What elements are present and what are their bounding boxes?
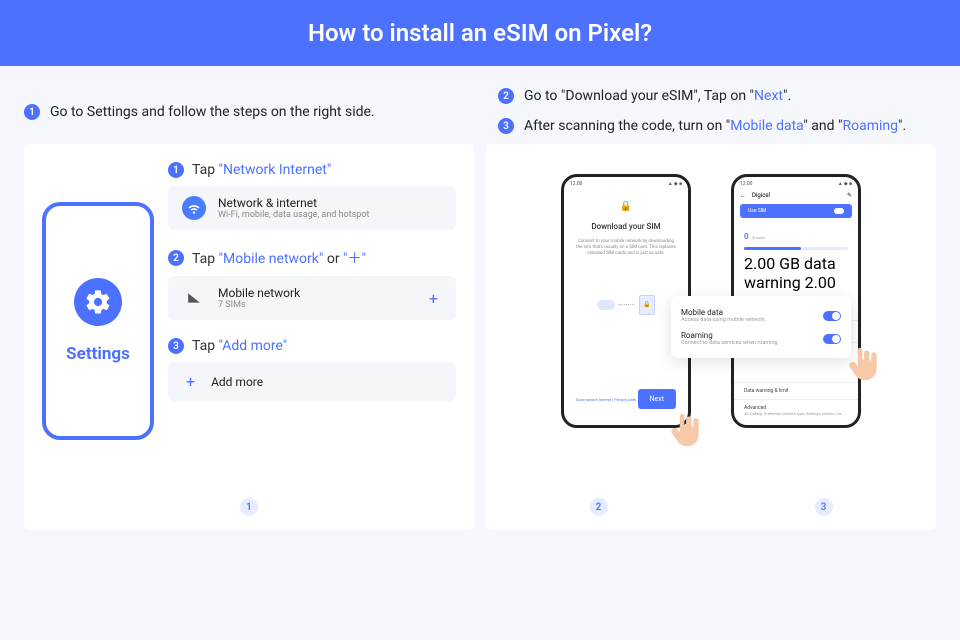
left-step-num-3: 3 [168, 338, 184, 354]
toggle-callout: Mobile data Access data using mobile net… [671, 296, 851, 358]
back-icon[interactable]: ← [740, 192, 746, 199]
intro-steps: 1 Go to Settings and follow the steps on… [0, 66, 960, 144]
card-mobile-title: Mobile network [218, 286, 413, 300]
download-illustration: 🔒 [597, 295, 655, 315]
intro-row-3: 3 After scanning the code, turn on "Mobi… [498, 118, 936, 134]
intro-right: 2 Go to "Download your eSIM", Tap on "Ne… [498, 88, 936, 134]
panel-phone-screens: 12:00▲ ◆ ■ 🔒 Download your SIM Connect t… [486, 144, 936, 530]
panel-settings-steps: Settings 1 Tap "Network Internet" Networ… [24, 144, 474, 530]
step-number-1: 1 [24, 104, 40, 120]
sim-icon: 🔒 [639, 295, 655, 315]
carrier-header: ← Digicel ✎ [734, 189, 858, 202]
plus-icon: + [182, 372, 199, 391]
card-network-sub: Wi-Fi, mobile, data usage, and hotspot [218, 210, 442, 220]
left-step-num-1: 1 [168, 162, 184, 178]
lock-icon: 🔒 [620, 201, 632, 212]
intro-row-2: 2 Go to "Download your eSIM", Tap on "Ne… [498, 88, 936, 104]
card-add-more[interactable]: + Add more [168, 362, 456, 401]
download-desc: Connect to your mobile network by downlo… [572, 239, 680, 257]
intro-right-text-3: After scanning the code, turn on "Mobile… [524, 118, 906, 134]
card-mobile-network[interactable]: Mobile network 7 SIMs + [168, 276, 456, 320]
toggle-on-icon [834, 208, 844, 214]
gear-icon [74, 278, 122, 326]
step-number-3: 3 [498, 118, 514, 134]
page-title: How to install an eSIM on Pixel? [308, 19, 652, 47]
phone-data-wrap: 12:00▲ ◆ ■ ← Digicel ✎ Use SIM 0 [731, 174, 861, 428]
cloud-icon [597, 300, 615, 310]
use-sim-toggle[interactable]: Use SIM [740, 204, 852, 218]
card-network-title: Network & internet [218, 196, 442, 210]
wifi-icon [182, 196, 206, 220]
panel1-footer: 1 [24, 498, 474, 516]
step-number-2: 2 [498, 88, 514, 104]
left-step-text-3: Tap "Add more" [192, 338, 287, 354]
roaming-toggle[interactable]: Roaming Connect to data services when ro… [681, 327, 841, 350]
intro-left: 1 Go to Settings and follow the steps on… [24, 88, 462, 134]
download-title: Download your SIM [591, 222, 660, 231]
left-step-1: 1 Tap "Network Internet" Network & inter… [168, 162, 456, 230]
settings-label: Settings [66, 344, 130, 364]
mobile-data-toggle[interactable]: Mobile data Access data using mobile net… [681, 304, 841, 327]
left-step-num-2: 2 [168, 250, 184, 266]
advanced-row[interactable]: Advanced 4G Calling, Preferred network t… [734, 399, 858, 421]
status-bar: 12:00▲ ◆ ■ [734, 177, 858, 187]
footer-badge-2: 2 [590, 498, 608, 516]
switch-on-icon[interactable] [823, 311, 841, 321]
settings-phone: Settings [42, 202, 154, 440]
page-header: How to install an eSIM on Pixel? [0, 0, 960, 66]
download-links[interactable]: Scan secure license | Privacy path [576, 397, 636, 402]
left-step-text-2: Tap "Mobile network" or "＋" [192, 248, 366, 268]
data-warning-row[interactable]: Data warning & limit [734, 382, 858, 399]
next-button[interactable]: Next [638, 389, 676, 409]
status-bar: 12:00▲ ◆ ■ [564, 177, 688, 187]
signal-icon [182, 286, 206, 310]
intro-right-text-2: Go to "Download your eSIM", Tap on "Next… [524, 88, 791, 104]
carrier-name: Digicel [752, 192, 770, 199]
intro-left-text: Go to Settings and follow the steps on t… [50, 104, 375, 120]
footer-badge-1: 1 [240, 498, 258, 516]
edit-icon[interactable]: ✎ [847, 192, 852, 199]
panels: Settings 1 Tap "Network Internet" Networ… [0, 144, 960, 530]
left-steps-list: 1 Tap "Network Internet" Network & inter… [168, 162, 456, 440]
switch-on-icon[interactable] [823, 334, 841, 344]
footer-badge-3: 3 [815, 498, 833, 516]
card-addmore-title: Add more [211, 375, 442, 389]
panel2-footer: 2 3 [486, 498, 936, 516]
card-mobile-sub: 7 SIMs [218, 300, 413, 310]
left-step-text-1: Tap "Network Internet" [192, 162, 331, 178]
left-step-2: 2 Tap "Mobile network" or "＋" Mobile net… [168, 248, 456, 320]
card-network-internet[interactable]: Network & internet Wi-Fi, mobile, data u… [168, 186, 456, 230]
left-step-3: 3 Tap "Add more" + Add more [168, 338, 456, 401]
plus-icon[interactable]: + [425, 289, 442, 308]
